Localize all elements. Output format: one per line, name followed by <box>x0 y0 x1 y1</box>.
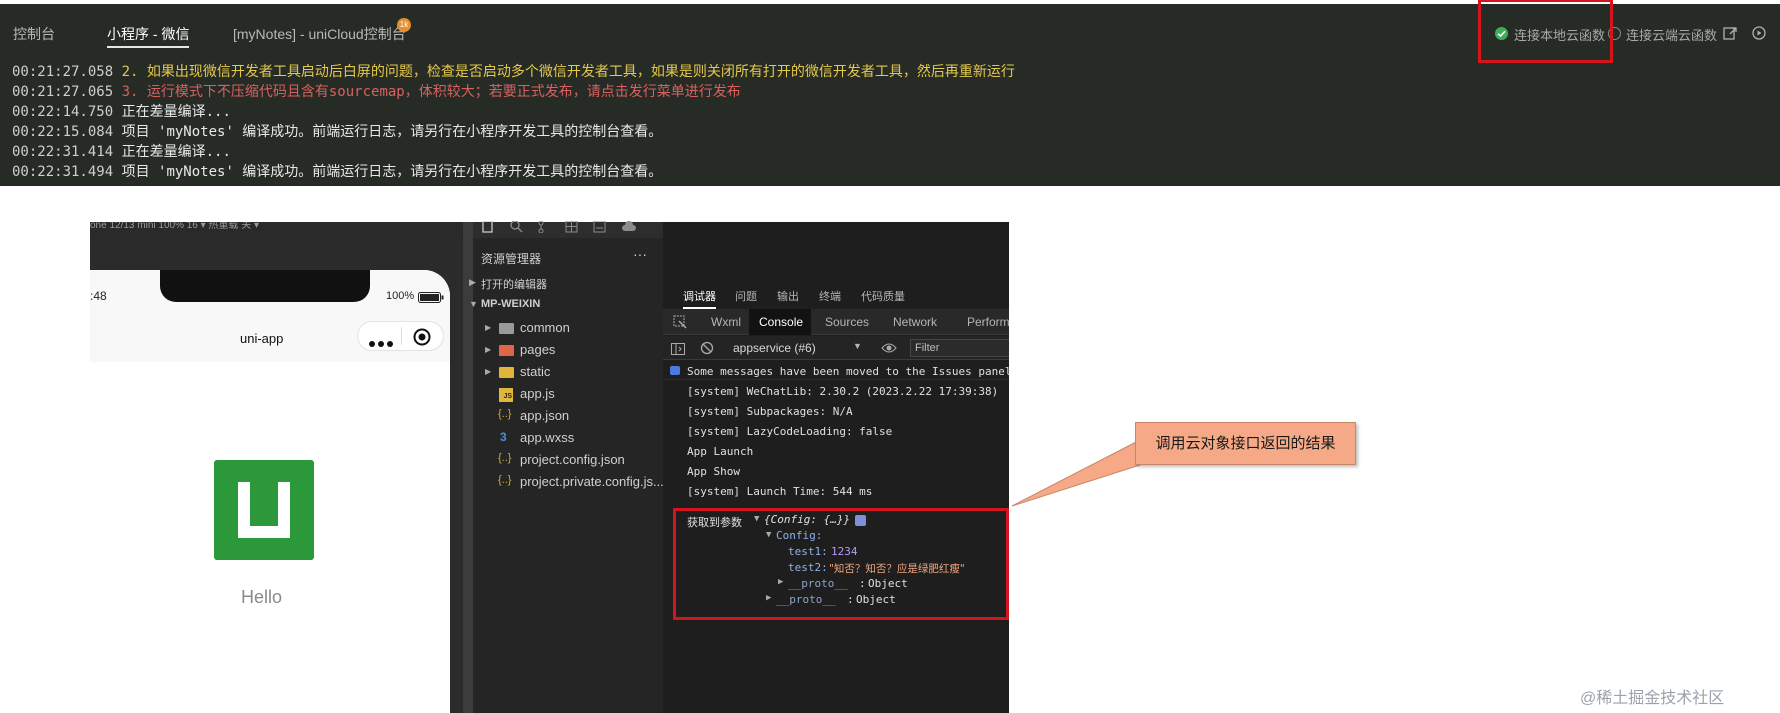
export-icon[interactable] <box>1722 25 1738 46</box>
tab-debugger[interactable]: 调试器 <box>683 288 716 309</box>
replay-icon[interactable] <box>1751 25 1767 46</box>
storage-icon[interactable] <box>593 220 607 238</box>
clear-console-icon[interactable] <box>700 341 714 360</box>
chevron-right-icon[interactable]: ▶ <box>485 345 491 354</box>
source-control-icon[interactable] <box>537 220 551 238</box>
debugger-top-tabs: 调试器 问题 输出 终端 代码质量 <box>663 280 1009 309</box>
uni-app-logo <box>214 460 314 560</box>
callout-annotation: 调用云对象接口返回的结果 <box>1135 422 1356 465</box>
tab-console[interactable]: 控制台 <box>13 24 55 44</box>
chevron-right-icon[interactable]: ▶ <box>485 367 491 376</box>
devtools-panel-tabs: Wxml Console Sources Network Perform <box>663 309 1009 335</box>
tree-item-project-private-config[interactable]: project.private.config.js... <box>520 474 664 489</box>
chevron-right-icon[interactable]: ▶ <box>485 323 491 332</box>
console-toolbar: appservice (#6) ▼ Filter <box>663 336 1009 360</box>
folder-icon <box>499 323 514 334</box>
tab-performance[interactable]: Perform <box>967 315 1009 329</box>
css-file-icon: 3 <box>500 430 507 444</box>
log-line: 00:22:14.750 正在差量编译... <box>12 104 231 120</box>
close-miniprogram-icon[interactable] <box>413 328 431 351</box>
simulator-toolbar[interactable]: one 12/13 mini 100% 16 ▾ 热重载 关 ▾ <box>90 222 463 236</box>
tab-sources[interactable]: Sources <box>825 315 869 329</box>
tab-issues[interactable]: 问题 <box>735 288 757 304</box>
search-icon[interactable] <box>509 220 523 238</box>
files-icon[interactable] <box>481 220 495 238</box>
explorer-title: 资源管理器 <box>481 252 542 266</box>
battery-percent: 100% <box>386 290 415 302</box>
filter-input[interactable]: Filter <box>910 339 1009 357</box>
capsule-button[interactable] <box>357 321 444 351</box>
tree-item-app-wxss[interactable]: app.wxss <box>520 430 574 445</box>
static-folder-icon <box>499 367 514 378</box>
battery-icon <box>418 290 444 308</box>
extensions-icon[interactable] <box>565 220 579 238</box>
tree-item-static[interactable]: static <box>520 364 550 379</box>
chevron-down-icon[interactable]: ▼ <box>853 341 862 351</box>
activity-bar <box>473 220 663 238</box>
tab-wxml[interactable]: Wxml <box>711 315 741 329</box>
tab-unicloud-console[interactable]: [myNotes] - uniCloud控制台 <box>233 24 406 44</box>
file-explorer: 资源管理器 ··· ▶ 打开的编辑器 ▼ MP-WEIXIN ▶ common … <box>463 220 664 713</box>
console-line: Some messages have been moved to the Iss… <box>687 365 1009 378</box>
project-root[interactable]: MP-WEIXIN <box>481 298 540 310</box>
tab-code-quality[interactable]: 代码质量 <box>861 288 905 304</box>
more-dots-icon[interactable] <box>369 334 393 352</box>
pages-folder-icon <box>499 345 514 356</box>
debugger-panel: 调试器 问题 输出 终端 代码质量 Wxml Console Sources N… <box>663 222 1009 713</box>
eye-icon[interactable] <box>881 341 897 359</box>
tab-console[interactable]: Console <box>759 315 803 329</box>
json-file-icon: {..} <box>498 408 512 420</box>
inspect-element-icon[interactable] <box>673 315 687 334</box>
filter-placeholder: Filter <box>915 342 940 354</box>
phone-notch <box>160 270 370 302</box>
console-line: [system] Subpackages: N/A <box>687 405 853 418</box>
issues-info-icon <box>670 366 680 375</box>
open-editors-section[interactable]: 打开的编辑器 <box>481 276 547 292</box>
status-time: :48 <box>90 289 107 303</box>
context-selector[interactable]: appservice (#6) <box>733 341 816 355</box>
js-file-icon: JS <box>499 388 513 402</box>
console-line: App Launch <box>687 445 754 458</box>
sidebar-toggle-icon[interactable] <box>671 342 685 360</box>
unread-badge: 1k <box>397 18 411 32</box>
tab-terminal[interactable]: 终端 <box>819 288 841 304</box>
nav-title: uni-app <box>240 331 284 346</box>
tree-item-common[interactable]: common <box>520 320 570 335</box>
console-line: App Show <box>687 465 740 478</box>
log-line: 00:22:31.494 项目 'myNotes' 编译成功。前端运行日志，请另… <box>12 164 663 180</box>
tab-output[interactable]: 输出 <box>777 288 799 304</box>
chevron-right-icon[interactable]: ▶ <box>469 277 476 288</box>
console-line: [system] WeChatLib: 2.30.2 (2023.2.22 17… <box>687 385 999 398</box>
log-line: 00:21:27.065 3. 运行模式下不压缩代码且含有sourcemap，体… <box>12 84 741 100</box>
json-file-icon: {..} <box>498 452 512 464</box>
more-actions-icon[interactable]: ··· <box>633 246 647 262</box>
highlight-box-result <box>673 508 1009 620</box>
tree-item-app-js[interactable]: app.js <box>520 386 555 401</box>
json-file-icon: {..} <box>498 474 512 486</box>
log-line: 00:21:27.058 2. 如果出现微信开发者工具启动后白屏的问题，检查是否… <box>12 64 1015 80</box>
wechat-devtools: 资源管理器 ··· ▶ 打开的编辑器 ▼ MP-WEIXIN ▶ common … <box>463 220 1009 713</box>
tab-miniprogram-weixin[interactable]: 小程序 - 微信 <box>107 24 190 48</box>
tree-item-pages[interactable]: pages <box>520 342 555 357</box>
console-log: 00:21:27.058 2. 如果出现微信开发者工具启动后白屏的问题，检查是否… <box>12 62 1015 182</box>
hello-text: Hello <box>241 587 283 607</box>
console-line: [system] LazyCodeLoading: false <box>687 425 893 438</box>
cloud-icon[interactable] <box>621 220 637 238</box>
tree-item-app-json[interactable]: app.json <box>520 408 569 423</box>
chevron-down-icon[interactable]: ▼ <box>469 299 478 309</box>
watermark: @稀土掘金技术社区 <box>1580 690 1725 707</box>
log-line: 00:22:15.084 项目 'myNotes' 编译成功。前端运行日志，请另… <box>12 124 663 140</box>
log-line: 00:22:31.414 正在差量编译... <box>12 144 231 160</box>
phone-simulator: one 12/13 mini 100% 16 ▾ 热重载 关 ▾ :48 100… <box>90 222 463 713</box>
hbuilderx-console-panel: 控制台 小程序 - 微信 [myNotes] - uniCloud控制台 1k … <box>0 0 1780 186</box>
tab-network[interactable]: Network <box>893 315 937 329</box>
tree-item-project-config[interactable]: project.config.json <box>520 452 625 467</box>
highlight-box-local-connection <box>1478 0 1613 63</box>
capsule-divider <box>401 327 402 345</box>
console-line: [system] Launch Time: 544 ms <box>687 485 873 498</box>
connect-cloud-function-label[interactable]: 连接云端云函数 <box>1626 25 1717 44</box>
